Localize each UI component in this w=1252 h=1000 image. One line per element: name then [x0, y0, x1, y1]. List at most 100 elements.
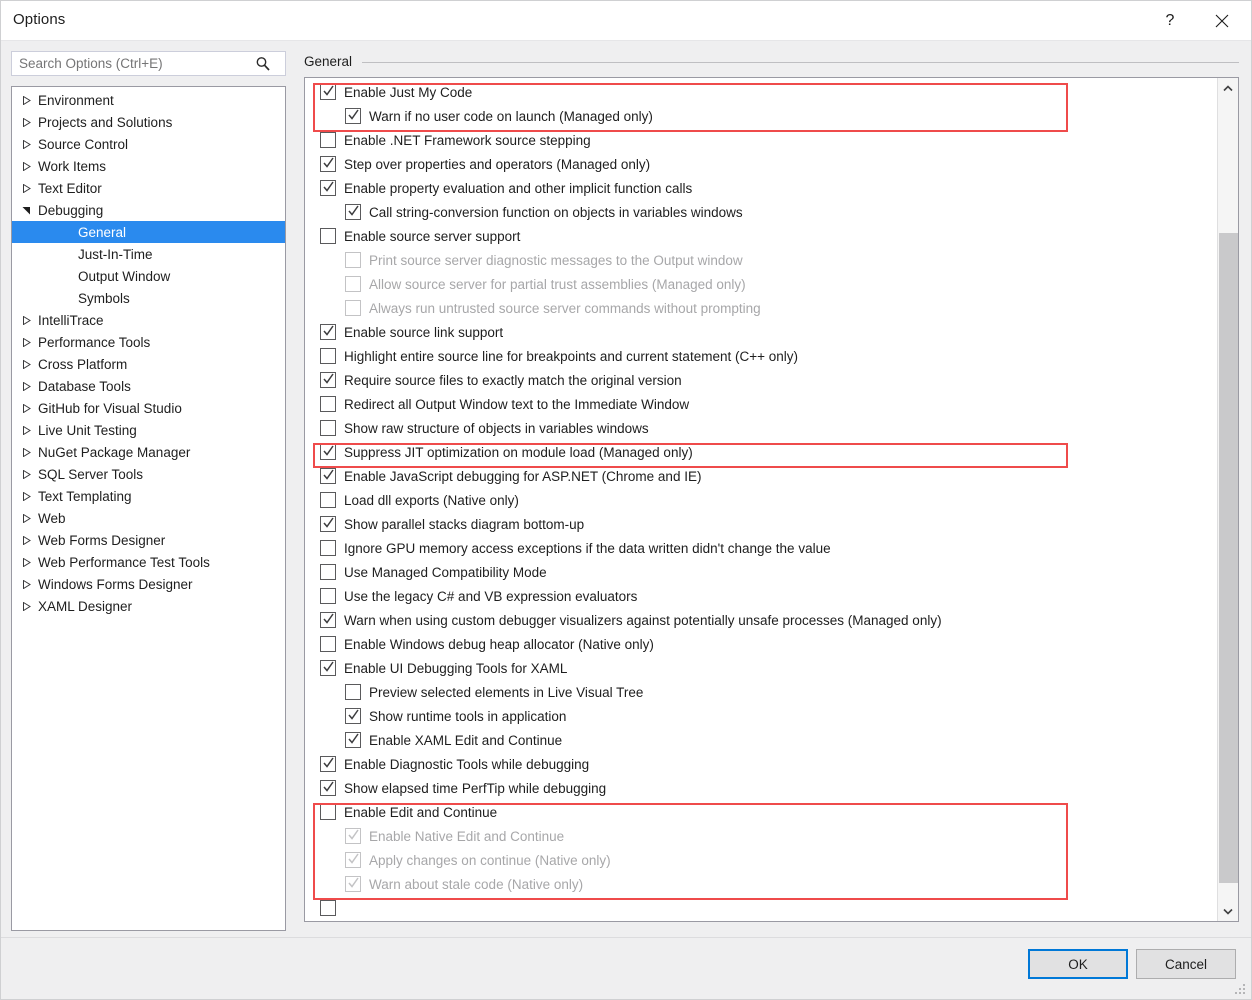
checkbox[interactable] [320, 468, 336, 484]
option-row[interactable]: Enable Diagnostic Tools while debugging [305, 752, 1217, 776]
option-row[interactable]: Highlight entire source line for breakpo… [305, 344, 1217, 368]
option-row[interactable]: Enable Windows debug heap allocator (Nat… [305, 632, 1217, 656]
option-row[interactable]: Redirect all Output Window text to the I… [305, 392, 1217, 416]
tree-item-output-window[interactable]: Output Window [12, 265, 285, 287]
close-icon[interactable] [1199, 1, 1245, 41]
option-row[interactable]: Apply changes on continue (Native only) [305, 848, 1217, 872]
triangle-right-icon[interactable] [18, 419, 34, 441]
tree-item-web-forms-designer[interactable]: Web Forms Designer [12, 529, 285, 551]
option-row[interactable]: Suppress JIT optimization on module load… [305, 440, 1217, 464]
option-row[interactable]: Enable XAML Edit and Continue [305, 728, 1217, 752]
triangle-right-icon[interactable] [18, 133, 34, 155]
checkbox[interactable] [345, 732, 361, 748]
checkbox[interactable] [320, 420, 336, 436]
option-row[interactable]: Show raw structure of objects in variabl… [305, 416, 1217, 440]
triangle-right-icon[interactable] [18, 551, 34, 573]
checkbox[interactable] [320, 588, 336, 604]
checkbox[interactable] [320, 180, 336, 196]
option-row[interactable]: Print source server diagnostic messages … [305, 248, 1217, 272]
checkbox[interactable] [345, 252, 361, 268]
checkbox[interactable] [345, 108, 361, 124]
checkbox[interactable] [320, 756, 336, 772]
triangle-right-icon[interactable] [18, 89, 34, 111]
tree-item-source-control[interactable]: Source Control [12, 133, 285, 155]
cancel-button[interactable]: Cancel [1136, 949, 1236, 979]
triangle-right-icon[interactable] [18, 507, 34, 529]
option-row[interactable]: Enable UI Debugging Tools for XAML [305, 656, 1217, 680]
checkbox[interactable] [345, 708, 361, 724]
triangle-down-icon[interactable] [18, 199, 34, 221]
resize-grip-icon[interactable] [1235, 984, 1247, 996]
checkbox[interactable] [320, 540, 336, 556]
option-row[interactable]: Call string-conversion function on objec… [305, 200, 1217, 224]
triangle-right-icon[interactable] [18, 375, 34, 397]
checkbox[interactable] [320, 324, 336, 340]
scrollbar-thumb[interactable] [1219, 233, 1238, 883]
tree-item-performance-tools[interactable]: Performance Tools [12, 331, 285, 353]
option-row[interactable]: Warn about stale code (Native only) [305, 872, 1217, 896]
checkbox[interactable] [320, 156, 336, 172]
option-row[interactable]: Ignore GPU memory access exceptions if t… [305, 536, 1217, 560]
checkbox[interactable] [320, 612, 336, 628]
option-row[interactable]: Show elapsed time PerfTip while debuggin… [305, 776, 1217, 800]
tree-item-web-performance-test-tools[interactable]: Web Performance Test Tools [12, 551, 285, 573]
tree-item-environment[interactable]: Environment [12, 89, 285, 111]
tree-item-symbols[interactable]: Symbols [12, 287, 285, 309]
checkbox[interactable] [320, 348, 336, 364]
chevron-up-icon[interactable] [1218, 78, 1238, 98]
tree-item-text-templating[interactable]: Text Templating [12, 485, 285, 507]
options-list[interactable]: Enable Just My Code Warn if no user code … [305, 80, 1217, 920]
checkbox[interactable] [320, 84, 336, 100]
checkbox[interactable] [345, 828, 361, 844]
option-row[interactable]: Show parallel stacks diagram bottom-up [305, 512, 1217, 536]
triangle-right-icon[interactable] [18, 529, 34, 551]
tree-item-sql-server-tools[interactable]: SQL Server Tools [12, 463, 285, 485]
option-row[interactable]: Use Managed Compatibility Mode [305, 560, 1217, 584]
checkbox[interactable] [320, 660, 336, 676]
triangle-right-icon[interactable] [18, 463, 34, 485]
chevron-down-icon[interactable] [1218, 901, 1238, 921]
tree-item-xaml-designer[interactable]: XAML Designer [12, 595, 285, 617]
checkbox[interactable] [345, 852, 361, 868]
tree-item-debugging[interactable]: Debugging [12, 199, 285, 221]
tree-item-cross-platform[interactable]: Cross Platform [12, 353, 285, 375]
triangle-right-icon[interactable] [18, 177, 34, 199]
tree-item-github-for-visual-studio[interactable]: GitHub for Visual Studio [12, 397, 285, 419]
option-row[interactable]: Warn when using custom debugger visualiz… [305, 608, 1217, 632]
tree-item-windows-forms-designer[interactable]: Windows Forms Designer [12, 573, 285, 595]
checkbox[interactable] [320, 228, 336, 244]
option-row[interactable]: Step over properties and operators (Mana… [305, 152, 1217, 176]
option-row[interactable]: Enable Native Edit and Continue [305, 824, 1217, 848]
option-row[interactable]: Enable Just My Code [305, 80, 1217, 104]
checkbox[interactable] [345, 300, 361, 316]
checkbox[interactable] [345, 204, 361, 220]
checkbox[interactable] [320, 564, 336, 580]
option-row[interactable]: Show runtime tools in application [305, 704, 1217, 728]
triangle-right-icon[interactable] [18, 485, 34, 507]
option-row[interactable]: Enable source server support [305, 224, 1217, 248]
option-row[interactable]: Preview selected elements in Live Visual… [305, 680, 1217, 704]
tree-item-intellitrace[interactable]: IntelliTrace [12, 309, 285, 331]
option-row-partial[interactable] [305, 896, 1217, 920]
tree-item-database-tools[interactable]: Database Tools [12, 375, 285, 397]
checkbox[interactable] [345, 276, 361, 292]
triangle-right-icon[interactable] [18, 309, 34, 331]
checkbox[interactable] [320, 636, 336, 652]
checkbox[interactable] [320, 804, 336, 820]
checkbox[interactable] [320, 444, 336, 460]
tree-item-projects-and-solutions[interactable]: Projects and Solutions [12, 111, 285, 133]
option-row[interactable]: Always run untrusted source server comma… [305, 296, 1217, 320]
triangle-right-icon[interactable] [18, 441, 34, 463]
option-row[interactable]: Enable JavaScript debugging for ASP.NET … [305, 464, 1217, 488]
tree-item-just-in-time[interactable]: Just-In-Time [12, 243, 285, 265]
checkbox[interactable] [320, 900, 336, 916]
option-row[interactable]: Enable .NET Framework source stepping [305, 128, 1217, 152]
help-icon[interactable]: ? [1147, 1, 1193, 41]
tree-item-live-unit-testing[interactable]: Live Unit Testing [12, 419, 285, 441]
option-row[interactable]: Enable property evaluation and other imp… [305, 176, 1217, 200]
options-category-tree[interactable]: Environment Projects and Solutions Source … [11, 86, 286, 931]
option-row[interactable]: Use the legacy C# and VB expression eval… [305, 584, 1217, 608]
vertical-scrollbar[interactable] [1217, 78, 1238, 921]
search-icon[interactable] [250, 56, 276, 72]
checkbox[interactable] [320, 372, 336, 388]
